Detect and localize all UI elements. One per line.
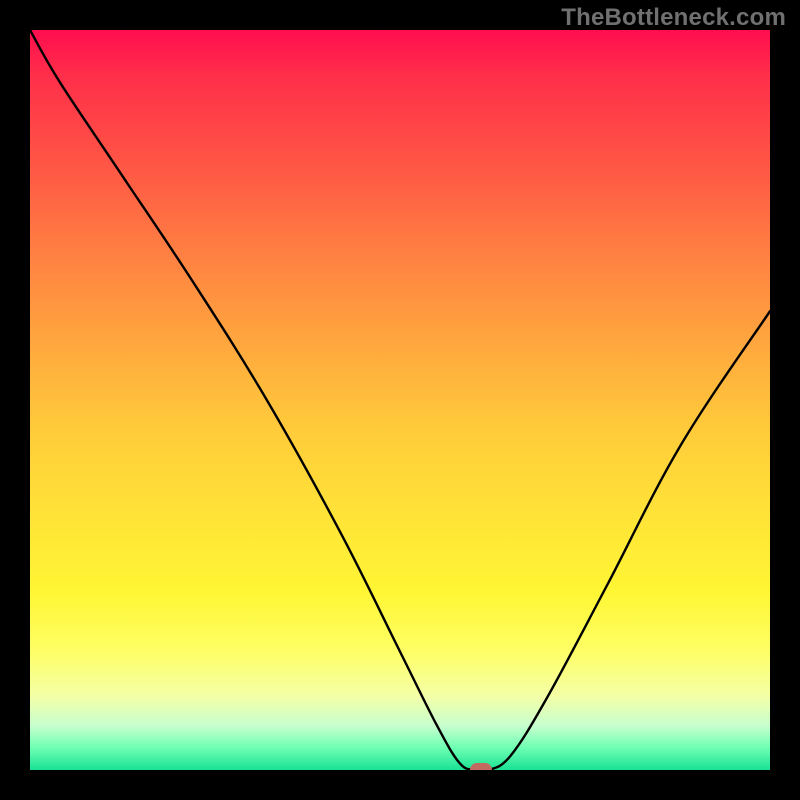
optimal-point-marker bbox=[470, 763, 492, 770]
chart-plot-area bbox=[30, 30, 770, 770]
curve-path bbox=[30, 30, 770, 770]
watermark-text: TheBottleneck.com bbox=[561, 4, 786, 32]
bottleneck-curve bbox=[30, 30, 770, 770]
